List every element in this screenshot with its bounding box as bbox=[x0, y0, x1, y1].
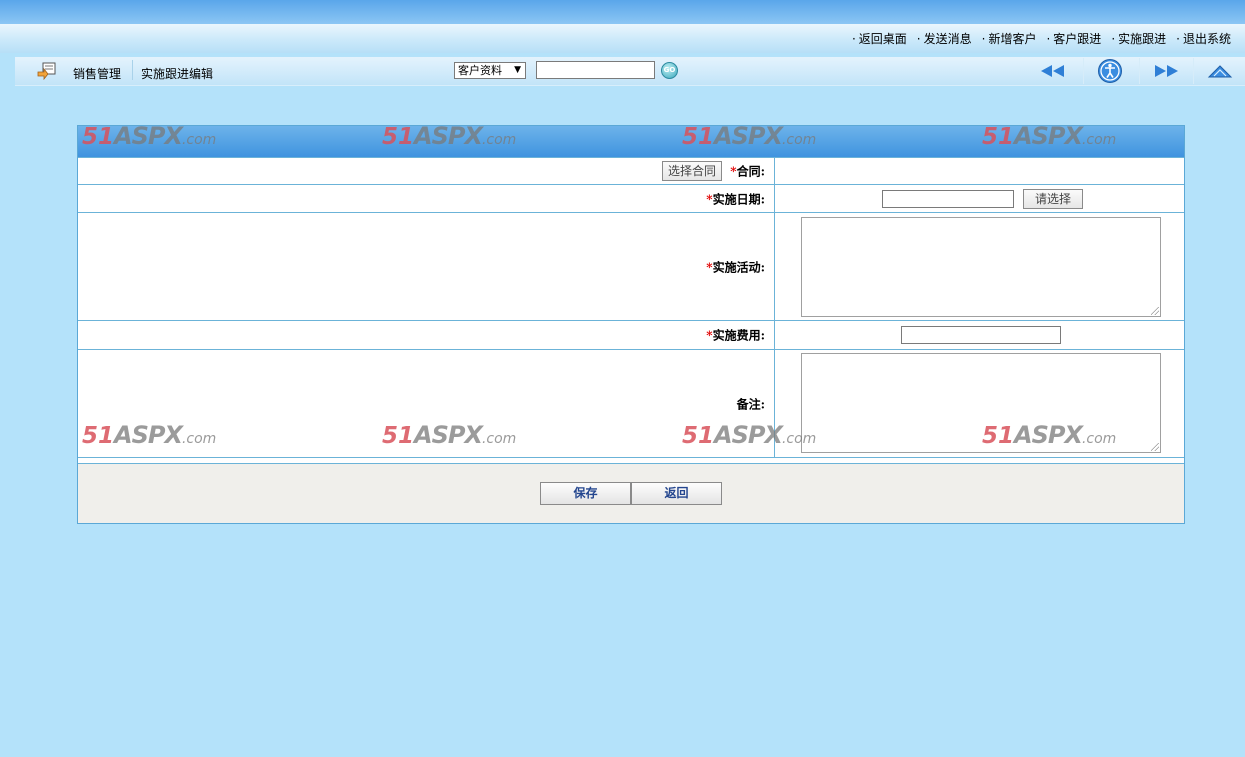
cost-label: *实施费用: bbox=[706, 328, 765, 343]
link-exit-system[interactable]: 退出系统 bbox=[1176, 30, 1231, 47]
top-banner bbox=[0, 0, 1245, 24]
remark-textarea[interactable] bbox=[801, 353, 1161, 453]
link-customer-followup[interactable]: 客户跟进 bbox=[1046, 30, 1101, 47]
search-go-button[interactable]: GO bbox=[661, 62, 678, 79]
save-button[interactable]: 保存 bbox=[540, 482, 631, 505]
form-header bbox=[78, 126, 1184, 157]
accessibility-icon bbox=[1098, 59, 1122, 83]
link-add-customer[interactable]: 新增客户 bbox=[982, 30, 1036, 47]
activity-label: *实施活动: bbox=[706, 260, 765, 274]
nav-forward-button[interactable] bbox=[1139, 58, 1192, 84]
activity-label-cell: *实施活动: bbox=[78, 213, 775, 320]
select-contract-button[interactable]: 选择合同 bbox=[662, 161, 722, 181]
contract-label-cell: 选择合同 *合同: bbox=[78, 158, 775, 184]
toolbar-divider bbox=[132, 60, 133, 80]
edit-document-icon bbox=[37, 62, 56, 80]
double-left-arrow-icon bbox=[1041, 65, 1064, 77]
remark-label-cell: 备注: bbox=[78, 350, 775, 457]
quick-link-bar: 返回桌面 发送消息 新增客户 客户跟进 实施跟进 退出系统 bbox=[0, 24, 1245, 53]
form-actions: 保存 返回 bbox=[78, 463, 1184, 523]
date-input[interactable] bbox=[882, 190, 1014, 208]
date-label: *实施日期: bbox=[706, 192, 765, 206]
search-input[interactable] bbox=[536, 61, 655, 79]
nav-top-button[interactable] bbox=[1193, 58, 1245, 84]
search-category-select[interactable]: 客户资料 ▼ bbox=[454, 62, 526, 79]
link-send-message[interactable]: 发送消息 bbox=[917, 30, 972, 47]
remark-row: 备注: bbox=[78, 349, 1184, 457]
module-title: 销售管理 bbox=[73, 67, 122, 81]
remark-label: 备注: bbox=[736, 397, 765, 411]
chevron-down-icon: ▼ bbox=[514, 65, 521, 75]
date-label-cell: *实施日期: bbox=[78, 185, 775, 212]
implementation-edit-form: 选择合同 *合同: *实施日期: 请选择 *实施活动: *实施费用: 备注: 保… bbox=[77, 122, 1185, 524]
back-button[interactable]: 返回 bbox=[631, 482, 722, 505]
date-picker-button[interactable]: 请选择 bbox=[1023, 189, 1083, 209]
nav-back-button[interactable] bbox=[1027, 58, 1079, 84]
contract-row: 选择合同 *合同: bbox=[78, 157, 1184, 184]
up-arrow-icon bbox=[1207, 65, 1233, 78]
link-return-desktop[interactable]: 返回桌面 bbox=[852, 30, 907, 47]
link-implementation-followup[interactable]: 实施跟进 bbox=[1111, 30, 1166, 47]
page-title: 实施跟进编辑 bbox=[141, 67, 214, 81]
date-row: *实施日期: 请选择 bbox=[78, 184, 1184, 212]
nav-button-group bbox=[1027, 57, 1245, 85]
activity-row: *实施活动: bbox=[78, 212, 1184, 320]
contract-label: *合同: bbox=[730, 164, 765, 179]
search-category-value: 客户资料 bbox=[458, 64, 502, 77]
cost-row: *实施费用: bbox=[78, 320, 1184, 349]
cost-input[interactable] bbox=[901, 326, 1061, 344]
quick-links: 返回桌面 发送消息 新增客户 客户跟进 实施跟进 退出系统 bbox=[852, 30, 1231, 47]
double-right-arrow-icon bbox=[1155, 65, 1178, 77]
activity-textarea[interactable] bbox=[801, 217, 1161, 317]
nav-accessibility-button[interactable] bbox=[1083, 58, 1136, 84]
toolbar: 销售管理 实施跟进编辑 客户资料 ▼ GO bbox=[15, 57, 1245, 86]
cost-label-cell: *实施费用: bbox=[78, 321, 775, 349]
